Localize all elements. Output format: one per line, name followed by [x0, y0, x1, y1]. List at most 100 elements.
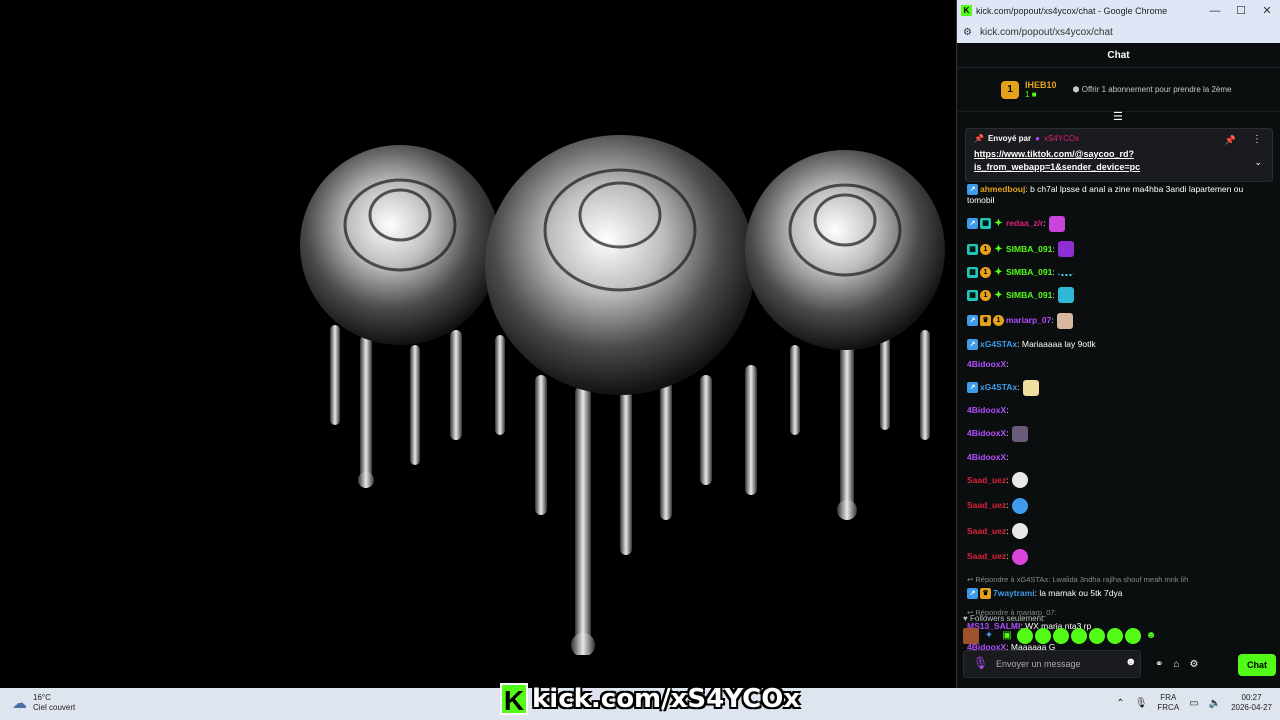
gifter-badge-icon: 1 [980, 289, 991, 301]
emote[interactable] [1017, 628, 1033, 644]
emote[interactable] [1053, 628, 1069, 644]
message-input[interactable] [963, 650, 1141, 678]
chat-username[interactable]: SIMBA_091 [1006, 267, 1052, 278]
emote[interactable] [1071, 628, 1087, 644]
chat-username[interactable]: 4BidooxX [967, 452, 1006, 463]
chat-username[interactable]: 4BidooxX [967, 405, 1006, 416]
chat-message[interactable]: Saad_uez : [967, 523, 1280, 540]
chat-username[interactable]: Saad_uez [967, 500, 1006, 511]
chat-message[interactable]: ↗ ♛ 7waytrami : la mamak ou 5tk 7dya [967, 587, 1280, 599]
gift-offer-text[interactable]: ⬢ Offrir 1 abonnement pour prendre la 2è… [1073, 85, 1232, 94]
chat-message[interactable]: ↗ ♛ 1 mariarp_07 : [967, 312, 1280, 329]
chat-input-bar: 🎙 ☻ ⚭ ⌂ ⚙ Chat [963, 650, 1276, 678]
chat-message[interactable]: 4BidooxX : [967, 405, 1280, 416]
speaker-icon[interactable]: 🔈 [1209, 698, 1221, 709]
emote[interactable] [1107, 628, 1123, 644]
chat-message[interactable]: ↗ xG4STAx : Mariaaaaa lay 9otlk [967, 338, 1280, 350]
more-options-icon[interactable]: ⋮ [1252, 134, 1262, 145]
chat-username[interactable]: 4BidooxX [967, 428, 1006, 439]
gifter-badge-icon: 1 [980, 243, 991, 255]
chat-username[interactable]: 7waytrami [993, 588, 1035, 599]
unpin-icon[interactable]: 📌 [1225, 135, 1236, 146]
chat-message[interactable]: ↗ ahmedbouj : b ch7al lpsse d anal a zin… [967, 184, 1280, 206]
pinned-message[interactable]: 📌 Envoyé par ● xS4YCOx https://www.tikto… [965, 128, 1273, 182]
sub-badge-icon: ▦ [967, 266, 978, 278]
chat-message[interactable]: Saad_uez : [967, 548, 1280, 565]
emote [1011, 523, 1028, 540]
chat-username[interactable]: SIMBA_091 [1006, 290, 1052, 301]
emote[interactable]: ☻ [1143, 628, 1159, 644]
chrome-roses-image [300, 135, 945, 655]
filter-icon[interactable]: ☰ [1113, 110, 1123, 123]
chat-message[interactable]: ▦ 1 ✦ SIMBA_091 : [967, 287, 1280, 304]
verified-badge-icon: ↗ [967, 382, 978, 394]
chat-username[interactable]: Saad_uez [967, 551, 1006, 562]
emote[interactable] [1035, 628, 1051, 644]
chat-username[interactable]: SIMBA_091 [1006, 244, 1052, 255]
chat-message[interactable]: ↗ xG4STAx : [967, 379, 1280, 396]
sub-badge-icon: ▦ [980, 218, 991, 230]
link-icon[interactable]: ⚭ [1155, 659, 1163, 670]
address-bar[interactable]: ⚙ kick.com/popout/xs4ycox/chat [957, 21, 1280, 43]
chat-message[interactable]: Saad_uez : [967, 497, 1280, 514]
maximize-button[interactable]: ☐ [1228, 4, 1254, 17]
sub-badge-icon: ▦ [967, 289, 978, 301]
pinned-link[interactable]: https://www.tiktok.com/@saycoo_rd? is_fr… [974, 148, 1264, 174]
clock[interactable]: 00:27 2026-04-27 [1231, 693, 1272, 713]
chat-message[interactable]: ↗ ▦ ✦ redaa_z/r : [967, 215, 1280, 232]
chat-username[interactable]: Saad_uez [967, 475, 1006, 486]
settings-gear-icon[interactable]: ⚙ [1189, 659, 1198, 670]
microphone-tray-icon[interactable]: 🎙 [1135, 698, 1148, 709]
emoji-picker-icon[interactable]: ☻ [1125, 656, 1137, 668]
chat-username[interactable]: redaa_z/r [1006, 218, 1043, 229]
quick-emote-bar[interactable]: ✦ ▣ ☻ [963, 628, 1159, 644]
emote[interactable] [1089, 628, 1105, 644]
minimize-button[interactable]: — [1202, 5, 1228, 17]
chat-message[interactable]: ▦ 1 ✦ SIMBA_091 : [967, 241, 1280, 258]
window-titlebar[interactable]: K kick.com/popout/xs4ycox/chat - Google … [957, 0, 1280, 21]
pinned-sender[interactable]: xS4YCOx [1044, 134, 1079, 143]
chat-message[interactable]: 4BidooxX : [967, 425, 1280, 442]
sent-by-label: Envoyé par [987, 134, 1032, 143]
verified-badge-icon: ↗ [967, 218, 978, 230]
emote[interactable] [1125, 628, 1141, 644]
chat-username[interactable]: xG4STAx [980, 382, 1017, 393]
site-info-icon[interactable]: ⚙ [963, 27, 972, 38]
chat-message[interactable]: ▦ 1 ✦ SIMBA_091 : [967, 266, 1280, 278]
chat-username[interactable]: xG4STAx [980, 339, 1017, 350]
chat-username[interactable]: 4BidooxX [967, 359, 1006, 370]
language-indicator[interactable]: FRA FRCA [1157, 693, 1179, 713]
emote [1057, 241, 1074, 258]
kick-favicon-icon: K [961, 5, 972, 16]
send-chat-button[interactable]: Chat [1238, 654, 1276, 676]
stream-artwork [0, 0, 956, 688]
chat-message[interactable]: 4BidooxX : [967, 359, 1280, 370]
sparkle-badge-icon: ✦ [994, 266, 1003, 278]
temperature: 16°C [33, 693, 51, 702]
chat-message[interactable]: 4BidooxX : [967, 452, 1280, 463]
chat-username[interactable]: mariarp_07 [1006, 315, 1051, 326]
emote [1057, 268, 1074, 277]
url-text: kick.com/popout/xs4ycox/chat [979, 26, 1113, 38]
microphone-icon[interactable]: 🎙 [973, 656, 988, 670]
emote[interactable]: ✦ [981, 628, 997, 644]
chat-username[interactable]: Saad_uez [967, 526, 1006, 537]
sparkle-badge-icon: ✦ [994, 289, 1003, 301]
emote[interactable] [963, 628, 979, 644]
reply-context[interactable]: ↩ Répondre à xG4STAx: Lwalida 3ndha rajl… [967, 575, 1280, 585]
cloud-icon: ☁ [12, 695, 27, 712]
close-button[interactable]: ✕ [1254, 4, 1280, 17]
chat-message[interactable]: Saad_uez : [967, 472, 1280, 489]
weather-widget[interactable]: ☁ 16°C Ciel couvert [12, 693, 75, 713]
display-icon[interactable]: ▭ [1189, 698, 1198, 709]
emote[interactable]: ▣ [999, 628, 1015, 644]
gift-leaderboard[interactable]: 1 IHEB10 1 ■ ⬢ Offrir 1 abonnement pour … [957, 68, 1280, 112]
gifter-badge-icon: 1 [993, 315, 1004, 327]
verified-badge-icon: ↗ [967, 338, 978, 350]
chat-popup-window: K kick.com/popout/xs4ycox/chat - Google … [956, 0, 1280, 688]
store-icon[interactable]: ⌂ [1173, 659, 1179, 670]
gifter-name: IHEB10 [1025, 80, 1057, 90]
chevron-down-icon[interactable]: ⌄ [1254, 157, 1262, 168]
chevron-up-icon[interactable]: ⌃ [1116, 698, 1124, 709]
chat-username[interactable]: ahmedbouj [980, 184, 1025, 195]
